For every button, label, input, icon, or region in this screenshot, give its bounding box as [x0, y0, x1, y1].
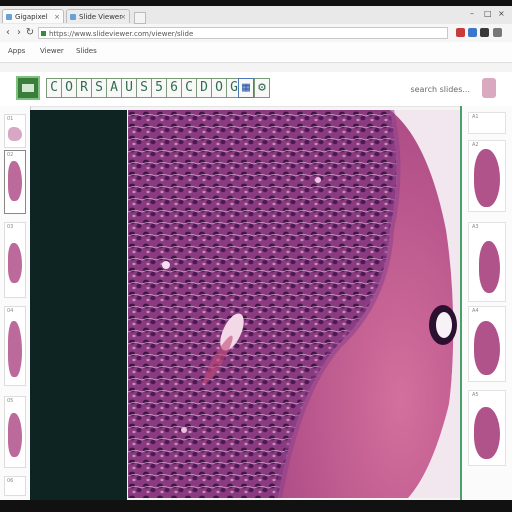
dark-side-panel	[30, 110, 127, 500]
bookmarks-bar: Apps Viewer Slides	[0, 42, 512, 63]
tab-label: Slide Viewer	[79, 13, 123, 21]
toolbar-button[interactable]: R	[76, 78, 92, 98]
thumbnail-label: A3	[472, 224, 479, 230]
thumbnail-tissue	[474, 407, 500, 459]
slide-thumbnail[interactable]: 03	[4, 222, 26, 298]
monitor-bezel-bottom	[0, 500, 512, 512]
menu-icon[interactable]	[493, 28, 502, 37]
slide-thumbnail[interactable]: 06	[4, 476, 26, 496]
url-text: https://www.slideviewer.com/viewer/slide	[49, 30, 194, 38]
bookmark-item[interactable]: Viewer	[40, 47, 64, 56]
browser-addressbar: ‹ › ↻ https://www.slideviewer.com/viewer…	[0, 24, 512, 43]
thumbnail-label: A5	[472, 392, 479, 398]
browser-tab-1[interactable]: Gigapixel ×	[2, 9, 64, 23]
tab-close-icon[interactable]: ×	[54, 10, 60, 23]
histology-image	[128, 110, 460, 498]
toolbar-button[interactable]: O	[211, 78, 227, 98]
thumbnail-label: 02	[7, 152, 14, 158]
thumbnail-label: 04	[7, 308, 14, 314]
toolbar-button[interactable]: S	[91, 78, 107, 98]
bookmark-item[interactable]: Apps	[8, 47, 25, 56]
settings-button[interactable]: ⚙	[254, 78, 270, 98]
thumbnail-tissue	[479, 241, 500, 293]
slide-thumbnail[interactable]: 04	[4, 306, 26, 386]
new-tab-button[interactable]	[134, 12, 146, 24]
reload-icon[interactable]: ↻	[24, 27, 36, 39]
bookmark-item[interactable]: Slides	[76, 47, 97, 56]
tab-favicon-icon	[6, 14, 12, 20]
browser-tab-2[interactable]: Slide Viewer ×	[66, 9, 130, 23]
slide-thumbnail-selected[interactable]: 02	[4, 150, 26, 214]
thumbnail-tissue	[8, 127, 22, 141]
thumbnail-label: 01	[7, 116, 14, 122]
minimize-icon[interactable]: –	[470, 9, 474, 18]
toolbar-button[interactable]: S	[136, 78, 152, 98]
toolbar-button[interactable]: C	[181, 78, 197, 98]
thumbnail-tissue	[8, 321, 22, 377]
thumbnail-label: A2	[472, 142, 479, 148]
close-window-icon[interactable]: ×	[498, 9, 505, 18]
app-logo-icon	[16, 76, 40, 100]
extension-icon[interactable]	[468, 28, 477, 37]
toolbar-button[interactable]: A	[106, 78, 122, 98]
tab-label: Gigapixel	[15, 13, 48, 21]
profile-icon[interactable]	[482, 78, 496, 98]
browser-tabbar: Gigapixel × Slide Viewer × – □ ×	[0, 6, 512, 25]
thumbnail-label: 06	[7, 478, 14, 484]
thumbnail-tissue	[8, 413, 22, 457]
thumbnail-label: A4	[472, 308, 479, 314]
thumbnail-label: 03	[7, 224, 14, 230]
toolbar-button[interactable]: C	[46, 78, 62, 98]
thumbnail-tissue	[474, 321, 500, 375]
thumbnail-label: A1	[472, 114, 479, 120]
slide-thumbnail[interactable]: A5	[468, 390, 506, 466]
toolbar-button[interactable]: 6	[166, 78, 182, 98]
slide-thumbnail[interactable]: 01	[4, 114, 26, 148]
slide-viewer-canvas[interactable]	[128, 110, 460, 498]
toolbar-button[interactable]: 5	[151, 78, 167, 98]
layers-button[interactable]: ▦	[238, 78, 254, 98]
slide-thumbnail[interactable]: A4	[468, 306, 506, 382]
right-thumbnail-strip: A1 A2 A3 A4 A5	[460, 106, 512, 500]
viewer-toolbar: CORSAUS56CDOG ▦ ⚙ search slides...	[0, 72, 512, 107]
slide-thumbnail[interactable]: A2	[468, 140, 506, 212]
extension-icon[interactable]	[456, 28, 465, 37]
lock-icon	[41, 31, 46, 36]
thumbnail-tissue	[8, 243, 22, 283]
slide-thumbnail[interactable]: A1	[468, 112, 506, 134]
tab-close-icon[interactable]: ×	[120, 10, 126, 23]
slide-thumbnail[interactable]: A3	[468, 222, 506, 302]
thumbnail-label: 05	[7, 398, 14, 404]
toolbar-button[interactable]: O	[61, 78, 77, 98]
toolbar-button[interactable]: D	[196, 78, 212, 98]
thumbnail-tissue	[474, 149, 500, 207]
maximize-icon[interactable]: □	[484, 9, 492, 18]
thumbnail-tissue	[8, 161, 22, 201]
slide-thumbnail[interactable]: 05	[4, 396, 26, 468]
toolbar-button[interactable]: U	[121, 78, 137, 98]
screen: Gigapixel × Slide Viewer × – □ × ‹ › ↻ h…	[0, 0, 512, 512]
extension-icon[interactable]	[480, 28, 489, 37]
url-input[interactable]: https://www.slideviewer.com/viewer/slide	[38, 27, 448, 39]
search-text[interactable]: search slides...	[410, 85, 470, 94]
tab-favicon-icon	[70, 14, 76, 20]
left-thumbnail-strip: 01 02 03 04 05 06	[0, 106, 31, 500]
